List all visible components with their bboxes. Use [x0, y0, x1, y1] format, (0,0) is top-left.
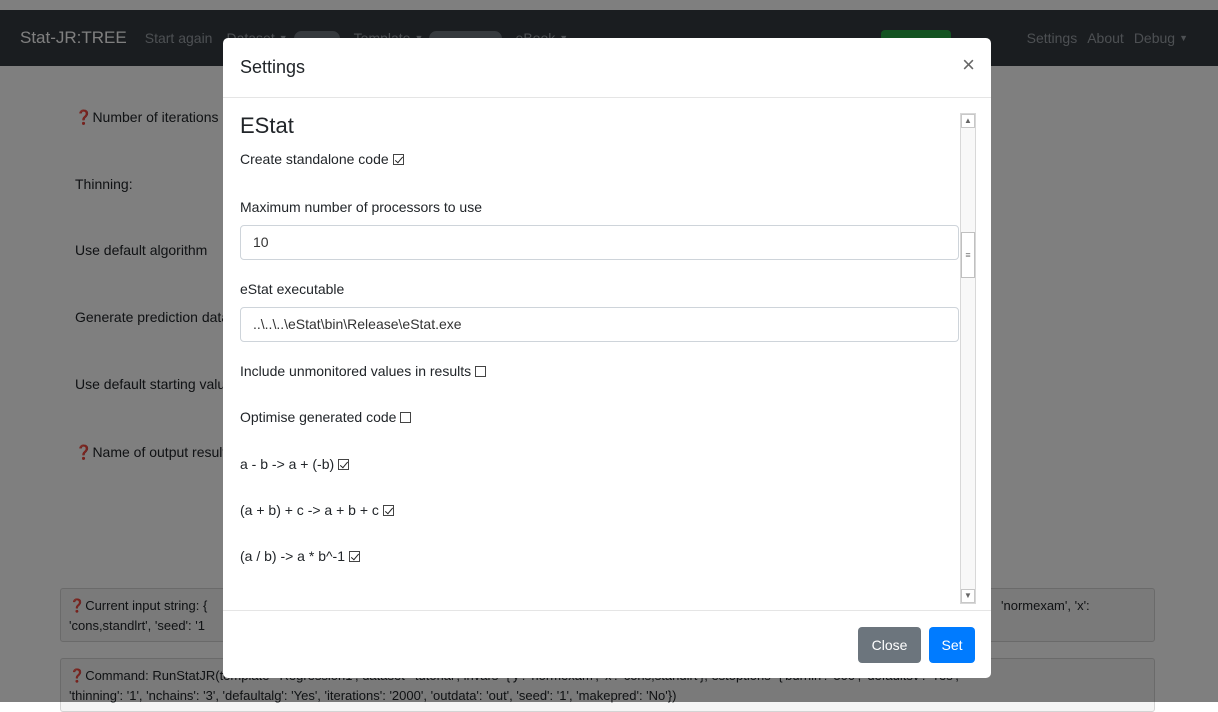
modal-header: Settings ×	[223, 38, 991, 98]
estat-exe-label: eStat executable	[240, 281, 345, 297]
close-icon[interactable]: ×	[962, 54, 975, 76]
rule-row: (a / b) -> a * b^-1	[240, 548, 360, 564]
optimise-code-row: Optimise generated code	[240, 409, 412, 425]
max-processors-input[interactable]: 10	[240, 225, 959, 260]
scroll-down-icon[interactable]: ▼	[961, 589, 975, 603]
rule3-checkbox[interactable]	[349, 551, 360, 562]
modal-footer: Close Set	[223, 610, 991, 678]
modal-title: Settings	[240, 57, 306, 77]
include-unmonitored-checkbox[interactable]	[475, 366, 487, 377]
create-standalone-row: Create standalone code	[240, 151, 404, 167]
modal-body[interactable]: EStat Create standalone code Maximum num…	[240, 111, 978, 606]
rule2-checkbox[interactable]	[382, 505, 394, 516]
estat-exe-input[interactable]: ..\..\..\eStat\bin\Release\eStat.exe	[240, 307, 959, 342]
rule-row: (a + b) + c -> a + b + c	[240, 502, 394, 518]
close-button[interactable]: Close	[858, 627, 921, 663]
rule1-checkbox[interactable]	[338, 459, 350, 470]
max-processors-label: Maximum number of processors to use	[240, 199, 482, 215]
create-standalone-checkbox[interactable]	[392, 154, 404, 165]
modal-scrollbar[interactable]: ▲ ≡ ▼	[960, 113, 976, 604]
scroll-thumb[interactable]: ≡	[961, 232, 975, 278]
section-title: EStat	[240, 113, 294, 138]
include-unmonitored-row: Include unmonitored values in results	[240, 363, 487, 379]
settings-modal: Settings × EStat Create standalone code …	[223, 38, 991, 678]
set-button[interactable]: Set	[929, 627, 975, 663]
optimise-code-checkbox[interactable]	[400, 412, 412, 423]
rule-row: a - b -> a + (-b)	[240, 456, 350, 472]
scroll-up-icon[interactable]: ▲	[961, 114, 975, 128]
